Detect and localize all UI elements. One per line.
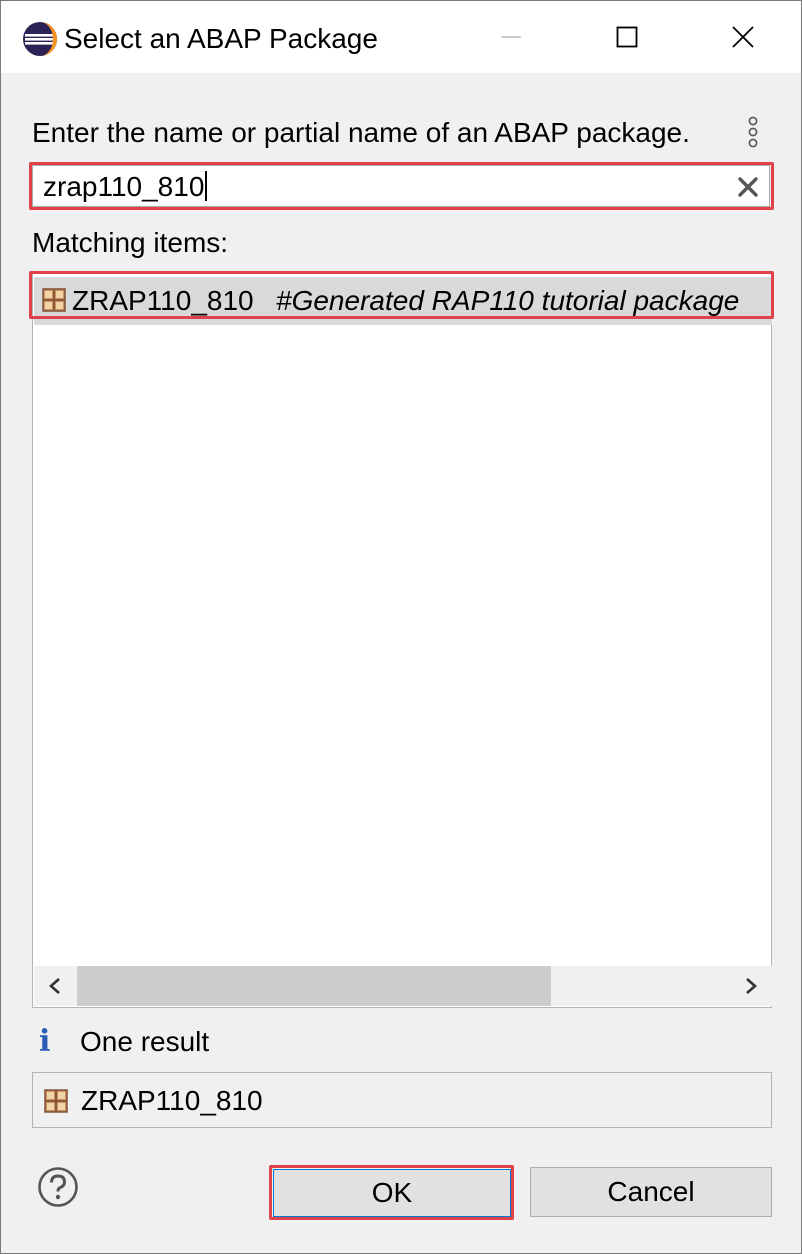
dialog-title: Select an ABAP Package bbox=[64, 23, 378, 54]
list-item[interactable]: ZRAP110_810 #Generated RAP110 tutorial p… bbox=[34, 277, 772, 325]
minimize-icon bbox=[501, 36, 521, 38]
select-package-dialog: Select an ABAP Package Enter the name or… bbox=[0, 0, 802, 1254]
cancel-button[interactable]: Cancel bbox=[530, 1167, 772, 1217]
search-value[interactable]: zrap110_810 bbox=[43, 170, 208, 204]
package-name: ZRAP110_810 bbox=[72, 285, 254, 316]
result-count-status: One result bbox=[80, 1026, 210, 1057]
chevron-right-icon bbox=[746, 978, 757, 994]
text-caret bbox=[205, 171, 208, 201]
ok-button[interactable]: OK bbox=[273, 1169, 511, 1217]
horizontal-scrollbar[interactable] bbox=[34, 966, 772, 1006]
selected-package-field: ZRAP110_810 bbox=[32, 1072, 772, 1128]
scroll-right-button[interactable] bbox=[730, 966, 772, 1006]
scrollbar-thumb[interactable] bbox=[77, 966, 551, 1006]
scroll-left-button[interactable] bbox=[34, 966, 76, 1006]
prompt-label: Enter the name or partial name of an ABA… bbox=[32, 117, 690, 148]
package-icon bbox=[42, 288, 66, 312]
close-icon bbox=[732, 26, 754, 48]
clear-icon[interactable] bbox=[735, 174, 761, 200]
view-menu-icon[interactable] bbox=[743, 115, 763, 149]
help-icon[interactable] bbox=[37, 1166, 79, 1208]
eclipse-app-icon bbox=[23, 22, 57, 56]
title-bar[interactable]: Select an ABAP Package bbox=[1, 1, 801, 73]
close-button[interactable] bbox=[685, 1, 801, 73]
chevron-left-icon bbox=[49, 978, 60, 994]
minimize-button[interactable] bbox=[453, 1, 569, 73]
maximize-icon bbox=[616, 26, 638, 48]
package-icon bbox=[44, 1089, 68, 1113]
matching-items-label: Matching items: bbox=[32, 227, 229, 258]
selected-package-name: ZRAP110_810 bbox=[81, 1085, 263, 1116]
maximize-button[interactable] bbox=[569, 1, 685, 73]
info-icon: i bbox=[39, 1024, 51, 1059]
matching-items-list[interactable]: ZRAP110_810 #Generated RAP110 tutorial p… bbox=[32, 271, 772, 1008]
package-search-input[interactable]: zrap110_810 bbox=[32, 165, 770, 207]
package-description: #Generated RAP110 tutorial package bbox=[276, 285, 740, 316]
